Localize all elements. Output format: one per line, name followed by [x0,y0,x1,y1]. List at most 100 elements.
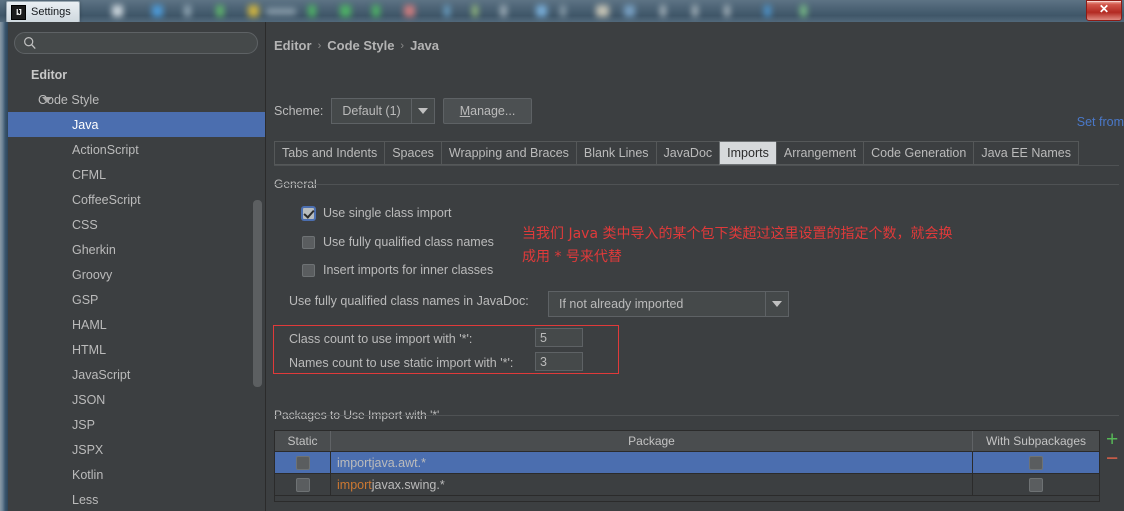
chevron-down-icon[interactable] [42,96,52,103]
annotation-text: 当我们 Java 类中导入的某个包下类超过这里设置的指定个数，就会换 成用 * … [522,226,953,265]
cell-static[interactable] [275,452,331,473]
search-icon [24,37,36,49]
settings-tree[interactable]: Editor Code Style Java ActionScript CFML Coff… [8,62,265,511]
scheme-row: Scheme: Default (1) Manage... [274,98,533,124]
sidebar-item-less[interactable]: Less [8,487,265,511]
scheme-select[interactable]: Default (1) [331,98,435,124]
checkbox-insert-imports-for-inner-classes[interactable]: Insert imports for inner classes [302,263,493,277]
cell-package[interactable]: import javax.swing.* [331,474,973,495]
sidebar-item-haml[interactable]: HAML [8,312,265,337]
packages-table[interactable]: Static Package With Subpackages import j… [274,430,1100,502]
taskbar-icon [216,5,224,17]
package-name: javax.swing.* [371,477,445,492]
table-header-row: Static Package With Subpackages [275,431,1099,452]
remove-package-button[interactable]: − [1106,448,1118,469]
sidebar-item-cfml[interactable]: CFML [8,162,265,187]
tab-tabs-and-indents[interactable]: Tabs and Indents [274,141,385,165]
checkbox-icon[interactable] [1029,455,1043,470]
code-style-tabs[interactable]: Tabs and Indents Spaces Wrapping and Brace… [274,141,1079,165]
breadcrumb-separator: › [317,39,322,52]
checkbox-icon[interactable] [1029,477,1043,492]
breadcrumb-item[interactable]: Code Style [327,38,394,53]
window-left-border [0,22,8,511]
sidebar-item-label: Gherkin [72,242,116,257]
manage-label-rest: anage... [470,104,516,118]
sidebar-item-editor[interactable]: Editor [8,62,265,87]
sidebar-item-label: Java [72,117,99,132]
window-title-chip[interactable]: IJ Settings [6,1,80,22]
checkbox-icon[interactable] [302,263,315,277]
manage-button[interactable]: Manage... [442,98,533,124]
taskbar-icon [764,5,771,17]
sidebar-item-java[interactable]: Java [8,112,265,137]
column-header-package[interactable]: Package [331,431,973,451]
package-keyword: import [337,477,372,492]
sidebar-item-css[interactable]: CSS [8,212,265,237]
tab-arrangement[interactable]: Arrangement [775,141,864,165]
breadcrumb-item[interactable]: Editor [274,38,312,53]
chevron-down-icon[interactable] [410,99,434,123]
sidebar-scrollbar[interactable] [253,200,262,387]
taskbar-icon [340,5,351,17]
tab-spaces[interactable]: Spaces [384,141,441,165]
intellij-logo-icon: IJ [11,4,26,20]
checkbox-icon[interactable] [295,477,310,492]
sidebar-item-coffeescript[interactable]: CoffeeScript [8,187,265,212]
column-header-with-subpackages[interactable]: With Subpackages [973,431,1099,451]
chevron-down-icon[interactable] [765,292,788,316]
cell-with-subpackages[interactable] [973,452,1099,473]
tab-label: Java EE Names [981,146,1071,160]
tab-label: Imports [727,146,769,160]
packages-group-line [274,415,1119,416]
cell-static[interactable] [275,474,331,495]
sidebar-item-code-style[interactable]: Code Style [8,87,265,112]
sidebar-item-gsp[interactable]: GSP [8,287,265,312]
sidebar-item-jspx[interactable]: JSPX [8,437,265,462]
taskbar-icon [266,8,296,15]
sidebar-item-jsp[interactable]: JSP [8,412,265,437]
tab-code-generation[interactable]: Code Generation [863,141,974,165]
table-body: import java.awt.* import javax.swing.* [275,452,1099,496]
set-from-link[interactable]: Set from [1077,115,1124,129]
close-icon[interactable]: ✕ [1086,0,1122,21]
sidebar-item-html[interactable]: HTML [8,337,265,362]
checkbox-use-fully-qualified-class-names[interactable]: Use fully qualified class names [302,235,494,249]
javadoc-fqn-select[interactable]: If not already imported [548,291,789,317]
sidebar-item-gherkin[interactable]: Gherkin [8,237,265,262]
sidebar-item-label: Groovy [72,267,113,282]
sidebar-item-actionscript[interactable]: ActionScript [8,137,265,162]
class-count-row: Class count to use import with '*': [289,332,472,346]
cell-with-subpackages[interactable] [973,474,1099,495]
class-count-input[interactable] [535,328,583,347]
sidebar-item-kotlin[interactable]: Kotlin [8,462,265,487]
taskbar-icon [472,5,478,17]
add-package-button[interactable]: + [1106,429,1118,450]
tab-imports[interactable]: Imports [719,141,776,165]
checkbox-label: Use fully qualified class names [323,235,494,249]
search-input[interactable] [14,32,258,54]
breadcrumb-item[interactable]: Java [410,38,439,53]
column-header-static[interactable]: Static [275,431,331,451]
table-row[interactable]: import java.awt.* [275,452,1099,474]
manage-mnemonic: M [459,104,471,118]
cell-package[interactable]: import java.awt.* [331,452,973,473]
tab-label: Tabs and Indents [282,146,378,160]
checkbox-icon[interactable] [295,455,310,470]
names-count-input[interactable] [535,352,583,371]
names-count-row: Names count to use static import with '*… [289,356,513,370]
table-row[interactable]: import javax.swing.* [275,474,1099,496]
sidebar-item-javascript[interactable]: JavaScript [8,362,265,387]
tab-blank-lines[interactable]: Blank Lines [575,141,656,165]
checkbox-icon[interactable] [302,235,315,249]
tab-wrapping-and-braces[interactable]: Wrapping and Braces [440,141,576,165]
tab-java-ee-names[interactable]: Java EE Names [973,141,1079,165]
tab-javadoc[interactable]: JavaDoc [655,141,720,165]
taskbar-icon [184,5,191,17]
sidebar-item-groovy[interactable]: Groovy [8,262,265,287]
checkbox-icon[interactable] [302,206,315,220]
tab-label: Blank Lines [583,146,649,160]
sidebar-item-json[interactable]: JSON [8,387,265,412]
tab-label: Wrapping and Braces [448,146,569,160]
checkbox-use-single-class-import[interactable]: Use single class import [302,206,452,220]
sidebar-item-label: JSP [72,417,95,432]
